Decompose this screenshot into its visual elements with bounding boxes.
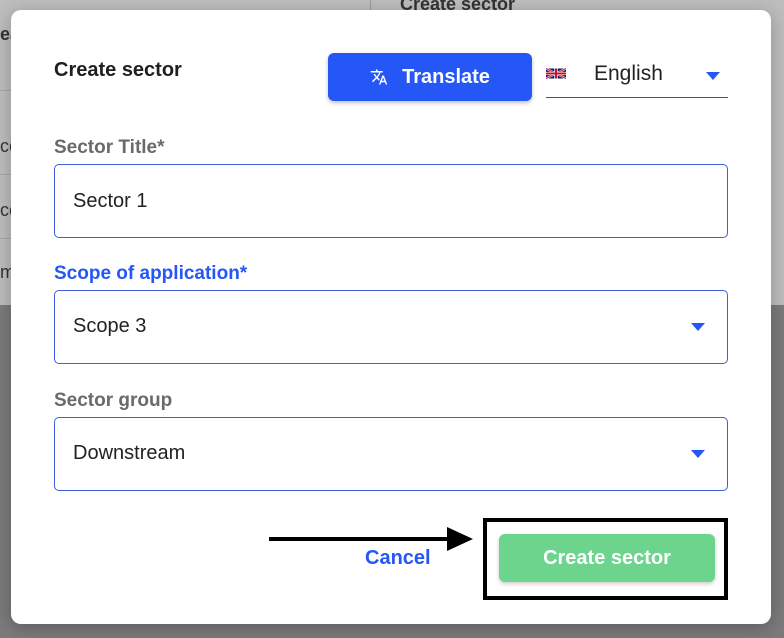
sector-title-label: Sector Title* — [54, 137, 165, 158]
scope-select-value: Scope 3 — [73, 315, 147, 337]
create-sector-dialog: Create sector Translate English Sector T… — [11, 10, 771, 624]
scope-select[interactable]: Scope 3 — [54, 290, 728, 364]
chevron-down-icon — [706, 72, 720, 80]
language-select-value: English — [594, 62, 663, 85]
sector-title-field[interactable] — [54, 164, 728, 238]
translate-icon — [370, 69, 388, 85]
chevron-down-icon — [691, 450, 705, 458]
translate-button-label: Translate — [402, 65, 490, 88]
sector-group-select[interactable]: Downstream — [54, 417, 728, 491]
sector-group-label: Sector group — [54, 390, 173, 411]
translate-button[interactable]: Translate — [328, 53, 532, 101]
dialog-title: Create sector — [54, 59, 182, 81]
sector-title-input[interactable] — [55, 165, 727, 237]
arrow-right-icon — [269, 527, 473, 551]
uk-flag-icon — [546, 67, 566, 80]
sector-group-select-value: Downstream — [73, 442, 186, 464]
chevron-down-icon — [691, 323, 705, 331]
background-divider — [370, 0, 371, 10]
language-select[interactable]: English — [546, 58, 728, 98]
scope-label: Scope of application* — [54, 263, 248, 284]
highlight-box — [483, 518, 728, 600]
